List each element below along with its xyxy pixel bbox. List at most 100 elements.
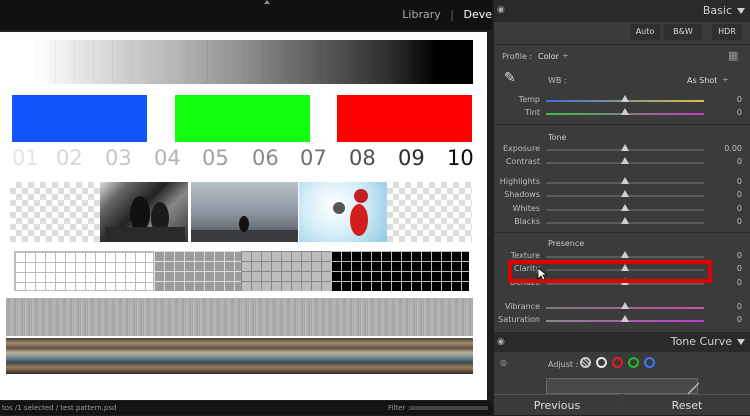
bottom-button-bar: Previous Reset <box>494 394 750 415</box>
top-panel-toggle-icon[interactable] <box>264 0 270 4</box>
green-swatch <box>175 95 310 142</box>
divider <box>494 232 750 233</box>
hdr-button[interactable]: HDR <box>712 24 742 40</box>
slider-value-vibrance[interactable]: 0 <box>702 302 742 311</box>
blue-swatch <box>12 95 147 142</box>
slider-thumb-contrast[interactable] <box>621 157 629 164</box>
red-channel-icon[interactable] <box>612 357 623 368</box>
reset-button[interactable]: Reset <box>624 394 750 415</box>
photo-strip <box>10 182 472 242</box>
grid-light-gray <box>241 251 331 291</box>
gray-step-number: 02 <box>56 146 83 170</box>
bw-photo <box>100 182 188 242</box>
green-channel-icon[interactable] <box>628 357 639 368</box>
collapse-triangle-icon[interactable] <box>737 339 745 345</box>
slider-value-tint[interactable]: 0 <box>702 108 742 117</box>
gray-step-number: 09 <box>398 146 425 170</box>
point-curve-white-icon[interactable] <box>596 357 607 368</box>
profile-label: Profile : <box>502 52 533 61</box>
tone-curve-graph[interactable] <box>546 378 700 396</box>
eyedropper-icon[interactable]: ✎ <box>504 70 516 86</box>
slider-value-temp[interactable]: 0 <box>702 95 742 104</box>
slider-thumb-vibrance[interactable] <box>621 302 629 309</box>
tone-section-label: Tone <box>548 133 567 142</box>
test-pattern-image: 01 02 03 04 05 06 07 08 09 10 <box>0 32 487 400</box>
module-develop[interactable]: Deve <box>463 8 492 21</box>
pinup-figure <box>333 189 368 236</box>
slider-thumb-tint[interactable] <box>621 108 629 115</box>
presence-section-label: Presence <box>548 239 585 248</box>
slider-label-saturation: Saturation <box>498 315 540 324</box>
filmstrip-bar: tos /1 selected / test pattern.psd Filte… <box>0 401 492 415</box>
profile-browser-grid-icon[interactable]: ▦ <box>728 49 738 62</box>
image-canvas-area: Library | Deve 01 02 03 04 05 06 07 08 09 10 <box>0 0 492 415</box>
slider-thumb-texture[interactable] <box>621 251 629 258</box>
slider-thumb-exposure[interactable] <box>621 144 629 151</box>
filmstrip-path[interactable]: tos /1 selected / test pattern.psd <box>2 404 116 412</box>
divider <box>494 124 750 125</box>
adjust-label: Adjust : <box>548 360 579 369</box>
wb-value[interactable]: As Shot <box>687 76 717 85</box>
eye-icon[interactable]: ◉ <box>497 5 505 15</box>
profile-dropdown-icon[interactable]: ÷ <box>562 51 569 60</box>
slider-value-saturation[interactable]: 0 <box>702 315 742 324</box>
slider-label-tint: Tint <box>524 108 540 117</box>
slider-thumb-whites[interactable] <box>621 204 629 211</box>
eye-icon[interactable]: ◉ <box>497 337 505 347</box>
skyline-silhouette <box>191 216 298 242</box>
gray-step-number: 07 <box>300 146 327 170</box>
slider-value-contrast[interactable]: 0 <box>702 157 742 166</box>
slider-label-exposure: Exposure <box>502 144 540 153</box>
tone-curve-title: Tone Curve <box>670 335 732 348</box>
gray-step-number: 03 <box>105 146 132 170</box>
slider-value-texture[interactable]: 0 <box>702 251 742 260</box>
filter-bar[interactable] <box>410 406 488 410</box>
slider-value-exposure[interactable]: 0.00 <box>702 144 742 153</box>
slider-label-highlights: Highlights <box>499 177 540 186</box>
slider-value-blacks[interactable]: 0 <box>702 217 742 226</box>
slider-value-shadows[interactable]: 0 <box>702 190 742 199</box>
slider-thumb-saturation[interactable] <box>621 315 629 322</box>
target-adjust-icon[interactable]: ◎ <box>500 358 507 367</box>
basic-panel-title: Basic <box>702 4 732 17</box>
module-picker: Library | Deve <box>396 8 492 21</box>
collapse-triangle-icon[interactable] <box>737 8 745 14</box>
motion-blur-strip <box>6 338 473 374</box>
slider-label-texture: Texture <box>510 251 540 260</box>
wb-dropdown-icon[interactable]: ÷ <box>722 75 729 84</box>
basic-panel-header[interactable]: ◉ Basic <box>494 0 750 22</box>
slider-label-blacks: Blacks <box>514 217 540 226</box>
wb-label: WB : <box>548 76 567 85</box>
module-library[interactable]: Library <box>402 8 440 21</box>
grid-black <box>331 251 469 291</box>
slider-value-whites[interactable]: 0 <box>702 204 742 213</box>
module-separator: | <box>450 8 454 21</box>
blue-channel-icon[interactable] <box>644 357 655 368</box>
slider-thumb-temp[interactable] <box>621 95 629 102</box>
transparency-checker <box>10 182 100 242</box>
slider-value-highlights[interactable]: 0 <box>702 177 742 186</box>
noise-strip <box>6 298 473 336</box>
pinup-photo <box>299 182 387 242</box>
divider <box>494 44 750 45</box>
slider-label-whites: Whites <box>512 204 540 213</box>
gray-step-number: 10 <box>447 146 474 170</box>
gray-step-number: 01 <box>12 146 39 170</box>
slider-label-vibrance: Vibrance <box>504 302 540 311</box>
module-picker-bar: Library | Deve <box>0 0 492 30</box>
parametric-curve-icon[interactable] <box>580 357 591 368</box>
profile-value[interactable]: Color <box>538 52 559 61</box>
previous-button[interactable]: Previous <box>494 394 620 415</box>
gray-step-number: 06 <box>252 146 279 170</box>
slider-label-shadows: Shadows <box>504 190 540 199</box>
slider-thumb-shadows[interactable] <box>621 190 629 197</box>
slider-thumb-blacks[interactable] <box>621 217 629 224</box>
tone-curve-line <box>686 382 700 396</box>
grid-gray <box>154 251 241 291</box>
transparency-checker <box>387 182 472 242</box>
slider-thumb-highlights[interactable] <box>621 177 629 184</box>
filter-label: Filter : <box>388 404 410 412</box>
auto-button[interactable]: Auto <box>630 24 660 40</box>
tone-curve-header[interactable]: ◉ Tone Curve <box>494 332 750 352</box>
bw-button[interactable]: B&W <box>664 24 702 40</box>
